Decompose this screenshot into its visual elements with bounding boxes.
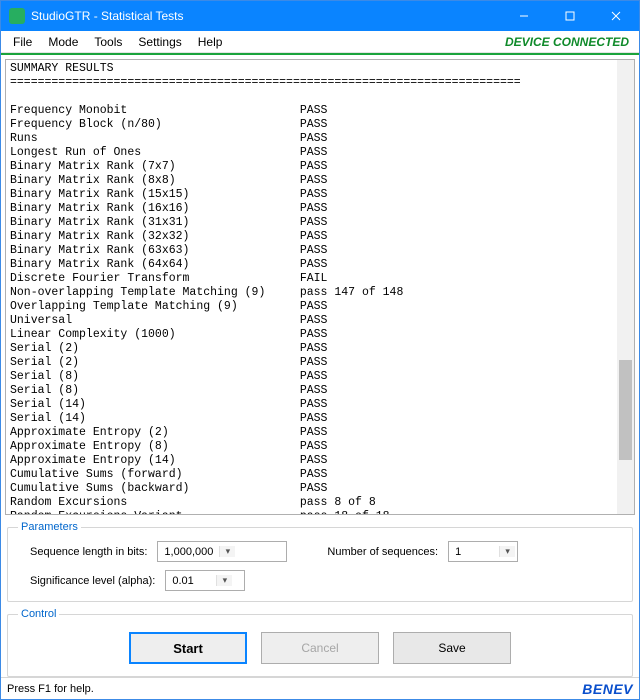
status-hint: Press F1 for help. — [7, 683, 94, 695]
statusbar: Press F1 for help. BENEV — [1, 677, 639, 699]
control-group: Control Start Cancel Save — [7, 608, 633, 677]
maximize-button[interactable] — [547, 1, 593, 31]
num-seq-combo[interactable]: 1 ▾ — [448, 541, 518, 562]
scrollbar[interactable] — [617, 60, 634, 514]
chevron-down-icon: ▾ — [219, 546, 235, 557]
close-button[interactable] — [593, 1, 639, 31]
parameters-group: Parameters Sequence length in bits: 1,00… — [7, 521, 633, 602]
parameters-legend: Parameters — [18, 521, 81, 533]
device-status: DEVICE CONNECTED — [505, 35, 635, 49]
app-window: StudioGTR - Statistical Tests File Mode … — [0, 0, 640, 700]
save-button[interactable]: Save — [393, 632, 511, 664]
alpha-value: 0.01 — [166, 575, 216, 587]
results-panel: SUMMARY RESULTS ========================… — [5, 59, 635, 515]
minimize-button[interactable] — [501, 1, 547, 31]
window-title: StudioGTR - Statistical Tests — [31, 9, 501, 23]
content-area: SUMMARY RESULTS ========================… — [1, 55, 639, 677]
alpha-combo[interactable]: 0.01 ▾ — [165, 570, 245, 591]
seq-len-value: 1,000,000 — [158, 546, 219, 558]
window-controls — [501, 1, 639, 31]
maximize-icon — [565, 11, 575, 21]
scroll-thumb[interactable] — [619, 360, 632, 460]
brand-logo: BENEV — [582, 681, 633, 697]
chevron-down-icon: ▾ — [216, 575, 232, 586]
seq-len-label: Sequence length in bits: — [18, 546, 147, 558]
menubar: File Mode Tools Settings Help DEVICE CON… — [1, 31, 639, 53]
menu-settings[interactable]: Settings — [130, 33, 189, 51]
num-seq-value: 1 — [449, 546, 499, 558]
minimize-icon — [519, 11, 529, 21]
menu-mode[interactable]: Mode — [40, 33, 86, 51]
cancel-button: Cancel — [261, 632, 379, 664]
app-icon — [9, 8, 25, 24]
close-icon — [611, 11, 621, 21]
menu-help[interactable]: Help — [190, 33, 231, 51]
num-seq-label: Number of sequences: — [327, 546, 438, 558]
results-text[interactable]: SUMMARY RESULTS ========================… — [6, 60, 616, 514]
seq-len-combo[interactable]: 1,000,000 ▾ — [157, 541, 287, 562]
chevron-down-icon: ▾ — [499, 546, 515, 557]
menu-tools[interactable]: Tools — [86, 33, 130, 51]
titlebar: StudioGTR - Statistical Tests — [1, 1, 639, 31]
control-legend: Control — [18, 608, 59, 620]
alpha-label: Significance level (alpha): — [18, 575, 155, 587]
start-button[interactable]: Start — [129, 632, 247, 664]
menu-file[interactable]: File — [5, 33, 40, 51]
results-pre: SUMMARY RESULTS ========================… — [10, 62, 612, 514]
